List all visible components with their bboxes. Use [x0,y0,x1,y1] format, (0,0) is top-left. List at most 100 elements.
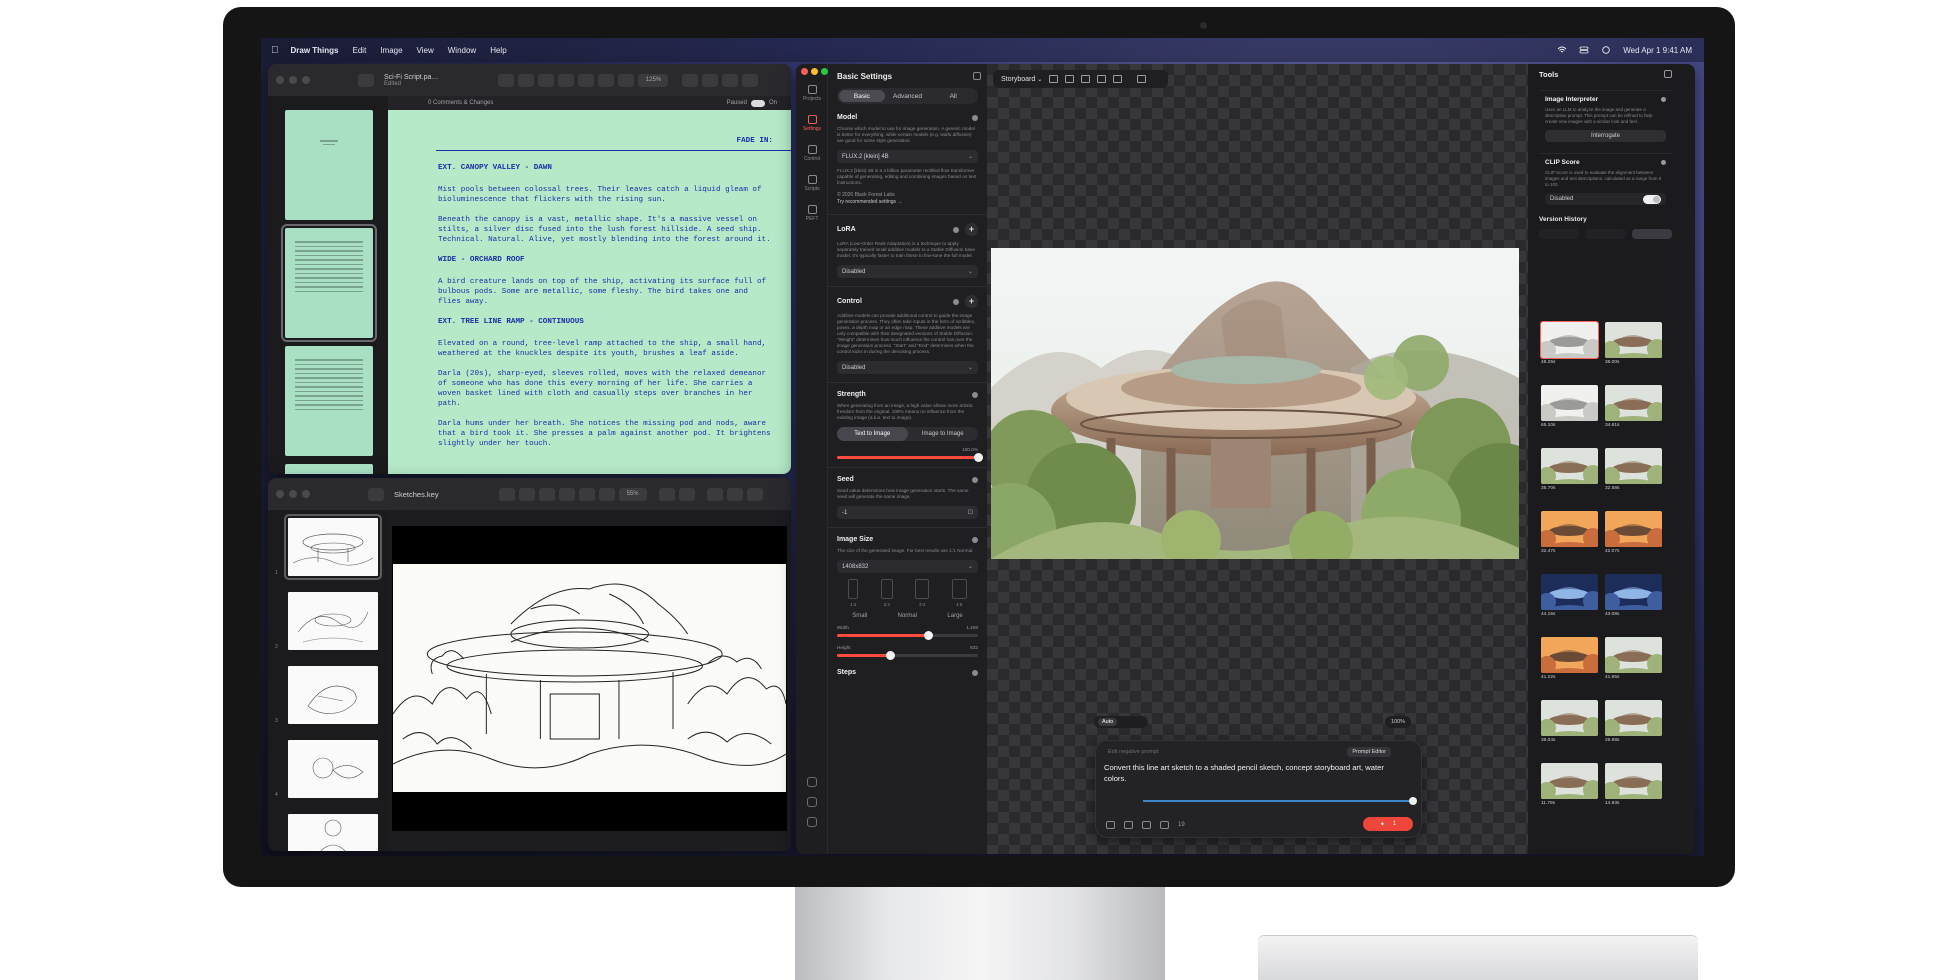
menu-view[interactable]: View [417,46,434,55]
version-thumb[interactable]: 41.65s [1605,637,1662,685]
toolbar-btn-c[interactable] [578,487,595,501]
rail-peft[interactable]: PEFT [796,198,828,228]
model-select[interactable]: FLUX.2 [klein] 4B ⌄ [837,150,978,163]
control-select[interactable]: Disabled ⌄ [837,361,978,374]
wifi-icon[interactable] [1557,46,1567,54]
version-thumb[interactable]: 42.07s [1605,511,1662,559]
toolbar-btn-h[interactable] [726,487,743,501]
slide-thumb[interactable] [284,514,382,580]
tab-basic[interactable]: Basic [839,90,885,102]
version-thumb[interactable]: 38.04s [1541,700,1598,748]
info-icon[interactable] [953,226,959,233]
magic-icon[interactable] [1142,821,1151,829]
zoom-dot[interactable] [302,76,310,84]
sidebar-toggle-icon[interactable] [358,73,374,87]
export-icon[interactable] [1097,75,1107,83]
toolbar-btn-f[interactable] [678,487,695,501]
slide-thumb[interactable] [288,666,378,724]
version-thumb[interactable]: 34.61s [1605,385,1662,433]
version-thumb[interactable]: 35.70s [1541,448,1598,496]
recommended-settings-link[interactable]: Try recommended settings → [837,199,978,206]
version-history-title[interactable]: Version History [1531,216,1680,223]
history-tab-starred[interactable] [1631,229,1672,239]
toolbar-btn-6[interactable] [598,73,615,87]
version-thumb[interactable]: 44.15s [1541,574,1598,622]
layout-icon[interactable] [1065,75,1075,83]
info-icon[interactable] [972,536,978,543]
zoom-control[interactable]: 55% [618,487,647,501]
info-icon[interactable] [1661,97,1666,102]
control-center-icon[interactable] [1579,46,1589,54]
toolbar-btn-8[interactable] [682,73,699,87]
info-icon[interactable] [972,476,978,483]
canvas-area[interactable]: Storyboard ⌄ Auto 100% Edit negative pro… [987,64,1528,854]
play-icon[interactable] [498,487,515,501]
menu-app-name[interactable]: Draw Things [291,46,339,55]
version-thumb[interactable]: 26.88s [1605,700,1662,748]
width-slider[interactable] [837,631,978,640]
frame-icon[interactable] [1081,75,1091,83]
close-dot[interactable] [801,68,808,75]
width-knob[interactable] [924,631,934,640]
negative-prompt-input[interactable]: Edit negative prompt [1108,749,1158,755]
info-icon[interactable] [972,391,978,398]
strength-slider[interactable] [837,453,983,462]
ratio-option[interactable]: 4:5 [951,579,967,607]
size-small[interactable]: Small [852,613,867,619]
menu-edit[interactable]: Edit [353,46,367,55]
version-thumb[interactable]: 41.22s [1541,637,1598,685]
menu-help[interactable]: Help [490,46,506,55]
toolbar-btn-7[interactable] [618,73,635,87]
toolbar-btn-d[interactable] [598,487,615,501]
canvas-zoom[interactable]: 100% [1385,716,1412,728]
info-icon[interactable] [1661,160,1666,165]
lora-select[interactable]: Disabled ⌄ [837,265,978,278]
rail-scripts[interactable]: Scripts [796,168,828,198]
menu-window[interactable]: Window [448,46,476,55]
toolbar-btn-a[interactable] [538,487,555,501]
size-large[interactable]: Large [947,613,962,619]
menu-image[interactable]: Image [380,46,402,55]
page-thumb[interactable] [285,346,373,456]
storyboard-menu[interactable]: Storyboard [1001,76,1035,83]
zoom-dot[interactable] [821,68,828,75]
new-page-icon[interactable] [1049,75,1059,83]
info-icon[interactable] [953,298,959,305]
screenplay-page[interactable]: FADE IN: EXT. CANOPY VALLEY - DAWN Mist p… [388,110,791,474]
prompt-editor-button[interactable]: Prompt Editor [1347,747,1391,757]
version-thumb[interactable]: 65.10s [1541,385,1598,433]
clip-toggle[interactable] [1643,194,1661,204]
seed-input[interactable]: -1 ⚀ [837,506,978,519]
info-icon[interactable] [972,114,978,121]
toolbar-btn-11[interactable] [742,73,759,87]
ratio-option[interactable]: 1:2 [848,579,859,607]
interrogate-button[interactable]: Interrogate [1545,130,1666,142]
toolbar-btn-4[interactable] [558,73,575,87]
menu-clock[interactable]: Wed Apr 1 9:41 AM [1623,46,1692,55]
version-thumb[interactable]: 11.78s [1541,763,1598,811]
toolbar-btn-9[interactable] [702,73,719,87]
add-lora-button[interactable]: + [965,223,978,236]
version-thumb[interactable]: 32.47s [1541,511,1598,559]
history-tab-edit[interactable] [1585,229,1626,239]
toolbar-btn-2[interactable] [518,73,535,87]
toolbar-btn-5[interactable] [578,73,595,87]
toolbar-btn-b[interactable] [558,487,575,501]
prompt-input[interactable]: Convert this line art sketch to a shaded… [1104,762,1404,784]
rail-control[interactable]: Control [796,138,828,168]
dice-icon[interactable]: ⚀ [968,509,973,516]
version-thumb[interactable]: 36.00s [1605,322,1662,370]
toolbar-btn-3[interactable] [538,73,555,87]
page-thumb[interactable] [285,464,373,474]
ratio-option[interactable]: 3:4 [915,579,930,607]
generate-button[interactable]: ✦ 1 [1363,817,1413,831]
crop-icon[interactable] [1106,821,1115,829]
server-icon[interactable] [807,817,817,827]
close-dot[interactable] [276,490,284,498]
version-thumb[interactable]: 14.93s [1605,763,1662,811]
page-thumb[interactable] [281,224,377,342]
add-slide-icon[interactable] [518,487,535,501]
tab-advanced[interactable]: Advanced [885,90,931,102]
layers-icon[interactable] [807,777,817,787]
toolbar-btn-i[interactable] [746,487,763,501]
